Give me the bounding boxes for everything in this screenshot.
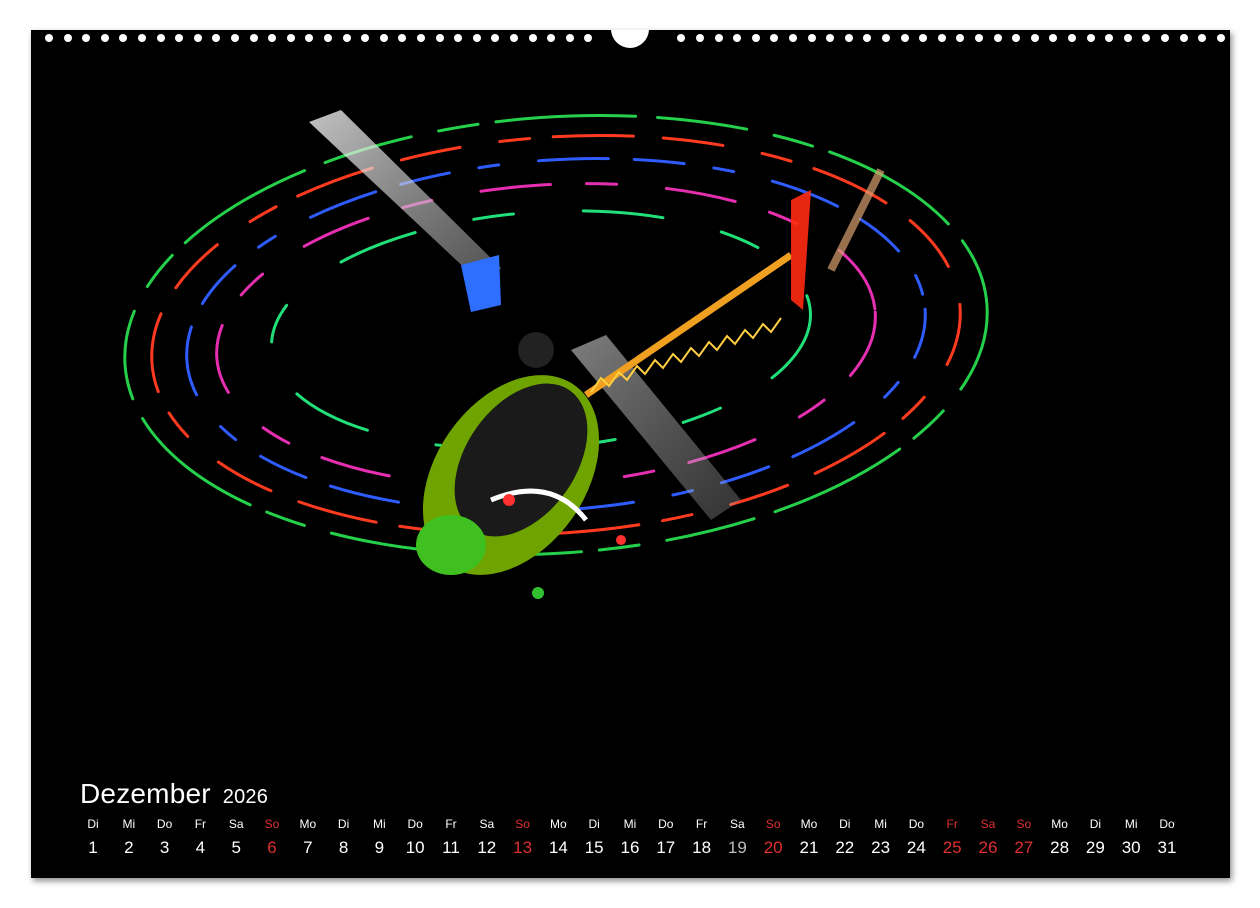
day-number: 6 [267, 838, 277, 857]
day-number: 22 [835, 838, 855, 857]
weekday-label: Di [87, 817, 99, 831]
weekday-label: Do [1159, 817, 1175, 831]
day-number: 4 [195, 838, 206, 857]
helicopter-photo [123, 110, 989, 599]
weekday-label: Do [658, 817, 674, 831]
weekday-label: Mo [550, 817, 567, 831]
weekday-label: So [765, 817, 781, 831]
day-number: 21 [799, 838, 819, 857]
weekday-label: Do [156, 817, 173, 831]
weekday-label: So [264, 817, 280, 831]
weekday-label: Mi [122, 817, 136, 831]
day-number: 11 [442, 838, 460, 857]
day-number: 23 [871, 838, 891, 857]
day-number: 17 [656, 838, 676, 857]
weekday-label: Sa [479, 817, 495, 831]
weekday-label: Mi [1124, 817, 1138, 831]
day-number: 8 [338, 838, 349, 857]
weekday-label: Mo [1051, 817, 1068, 831]
weekday-label: Di [588, 817, 600, 831]
day-number: 13 [513, 838, 533, 857]
weekday-label: Di [1089, 817, 1102, 831]
weekday-label: Mi [874, 817, 887, 831]
day-number: 24 [906, 838, 926, 857]
weekday-label: Fr [194, 817, 207, 831]
day-number: 16 [620, 838, 640, 857]
year-label: 2026 [222, 786, 269, 808]
day-number: 1 [88, 838, 98, 857]
day-number: 19 [727, 838, 747, 857]
day-number: 30 [1121, 838, 1141, 857]
day-number: 12 [477, 838, 497, 857]
day-number: 31 [1157, 838, 1177, 857]
day-number: 26 [978, 838, 998, 857]
weekday-label: So [515, 817, 530, 831]
day-number: 20 [763, 838, 783, 857]
weekday-label: Fr [695, 817, 708, 831]
weekday-label: Do [407, 817, 423, 831]
day-number: 14 [548, 838, 568, 857]
day-number: 2 [124, 838, 134, 857]
day-number: 10 [405, 838, 425, 857]
weekday-label: Sa [980, 817, 996, 831]
day-number: 15 [584, 838, 604, 857]
weekday-label: So [1016, 817, 1032, 831]
weekday-label: Sa [730, 817, 745, 831]
day-number: 27 [1014, 838, 1034, 857]
day-number: 7 [303, 838, 313, 857]
day-number: 9 [374, 838, 385, 857]
weekday-label: Sa [228, 817, 244, 831]
weekday-row: Di Mi Do Fr Sa So Mo Di Mi Do Fr Sa So Mo Di Mi Do Fr Sa So… [75, 817, 1193, 839]
day-number: 3 [159, 838, 170, 857]
day-number: 25 [942, 838, 962, 857]
weekday-label: Di [337, 817, 350, 831]
day-number: 5 [231, 838, 241, 857]
weekday-label: Do [908, 817, 925, 831]
day-number: 28 [1050, 838, 1070, 857]
weekday-label: Fr [445, 817, 457, 831]
day-number-row: 1 2 3 4 5 6 7 8 9 10 11 12 13 14 15 16 17 18 19 20 21 22 23 24 2… [75, 838, 1193, 860]
weekday-label: Mo [800, 817, 818, 831]
weekday-label: Mi [623, 817, 637, 831]
day-number: 18 [692, 838, 712, 857]
calendar-sheet: Dezember 2026 Di Mi Do Fr Sa So Mo Di Mi Do Fr Sa So… [31, 30, 1230, 878]
weekday-label: Mi [373, 817, 386, 831]
month-name: Dezember [80, 778, 211, 809]
weekday-label: Di [839, 817, 851, 831]
weekday-label: Mo [299, 817, 317, 831]
weekday-label: Fr [946, 817, 958, 831]
month-title: Dezember 2026 [80, 778, 268, 810]
day-number: 29 [1085, 838, 1105, 857]
